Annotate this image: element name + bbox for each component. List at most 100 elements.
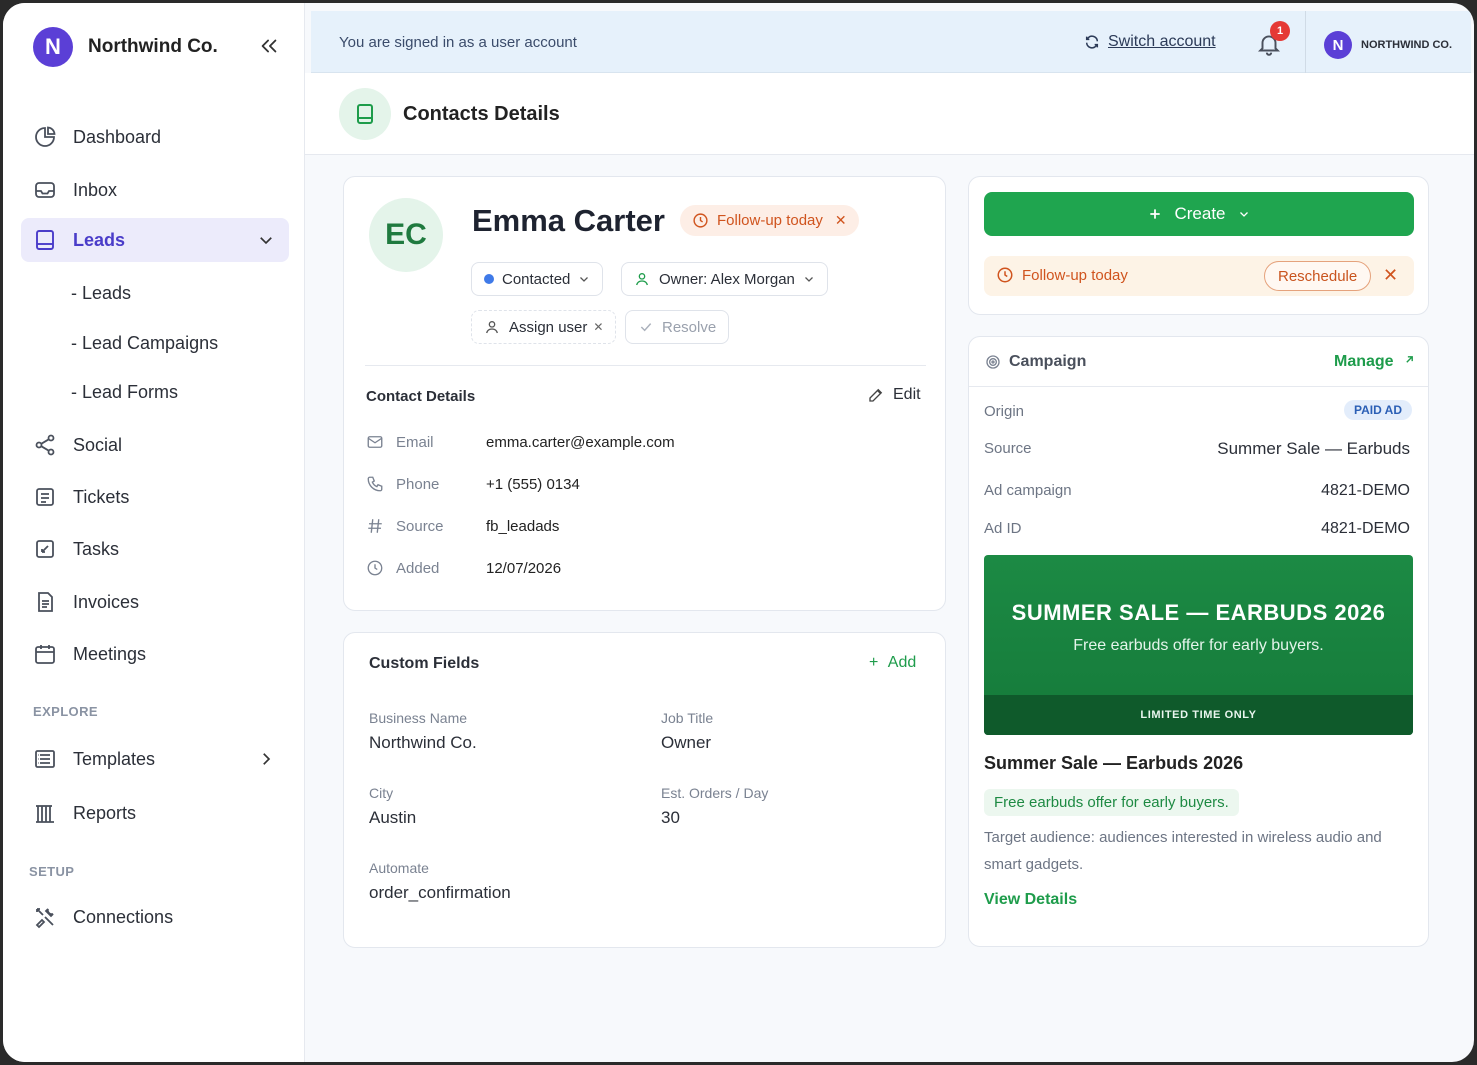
sidebar-item-label: Inbox bbox=[73, 179, 118, 200]
sidebar-item-label: Tickets bbox=[73, 486, 130, 507]
sidebar-item-label: Leads bbox=[73, 229, 126, 250]
assign-user-button[interactable]: Assign user ✕ bbox=[471, 310, 617, 344]
field-label: Phone bbox=[396, 475, 440, 493]
section-label-setup: SETUP bbox=[29, 864, 75, 879]
plus-icon bbox=[1150, 209, 1161, 219]
field-added: Added 12/07/2026 bbox=[366, 559, 561, 577]
banner-title: SUMMER SALE — EARBUDS 2026 bbox=[1011, 600, 1386, 625]
follow-up-pill[interactable]: Follow-up today ✕ bbox=[680, 205, 859, 236]
divider bbox=[1305, 11, 1306, 73]
field-source: Source fb_leadads bbox=[366, 517, 559, 535]
close-icon[interactable]: ✕ bbox=[1383, 265, 1398, 286]
section-label-explore: EXPLORE bbox=[33, 704, 98, 719]
sidebar-item-templates[interactable]: Templates bbox=[21, 737, 289, 781]
sidebar-item-label: Tasks bbox=[73, 538, 120, 559]
field-value: 12/07/2026 bbox=[486, 559, 562, 577]
field-value: fb_leadads bbox=[486, 517, 560, 535]
hash-icon bbox=[368, 519, 382, 533]
chevron-down-icon bbox=[804, 277, 813, 282]
switch-account-link[interactable]: Switch account bbox=[1084, 33, 1216, 51]
contact-name: Emma Carter bbox=[472, 203, 665, 238]
sidebar-item-dashboard[interactable]: Dashboard bbox=[21, 115, 289, 159]
phone-icon bbox=[367, 476, 383, 492]
field-value[interactable]: +1 (555) 0134 bbox=[486, 476, 580, 493]
close-icon[interactable]: ✕ bbox=[835, 212, 847, 229]
sidebar-subitem-leads[interactable]: - Leads bbox=[71, 283, 131, 304]
sidebar-item-meetings[interactable]: Meetings bbox=[21, 632, 289, 676]
custom-field-label: City bbox=[369, 785, 394, 801]
follow-up-label: Follow-up today bbox=[1022, 266, 1128, 284]
contact-details-heading: Contact Details bbox=[366, 388, 476, 405]
avatar: EC bbox=[369, 198, 443, 272]
task-icon bbox=[36, 540, 54, 558]
ad-id-value: 4821-DEMO bbox=[1321, 520, 1410, 537]
external-link-icon bbox=[1406, 356, 1413, 363]
field-label: Added bbox=[396, 559, 440, 577]
custom-field-label: Job Title bbox=[661, 710, 714, 726]
status-dropdown[interactable]: Contacted bbox=[471, 262, 604, 296]
pie-chart-icon bbox=[35, 126, 56, 147]
brand[interactable]: N Northwind Co. bbox=[33, 27, 218, 67]
owner-label: Owner: Alex Morgan bbox=[659, 270, 795, 288]
custom-field-value: Austin bbox=[369, 808, 417, 827]
banner-subtitle: Free earbuds offer for early buyers. bbox=[1073, 637, 1324, 654]
sidebar-item-tickets[interactable]: Tickets bbox=[21, 475, 289, 519]
add-field-button[interactable]: + Add bbox=[869, 654, 916, 672]
sidebar-item-inbox[interactable]: Inbox bbox=[21, 168, 289, 212]
clock-icon bbox=[367, 560, 383, 576]
switch-account-label: Switch account bbox=[1108, 33, 1216, 50]
user-icon bbox=[486, 321, 498, 334]
account-menu[interactable]: N NORTHWIND CO. bbox=[1324, 31, 1452, 59]
resolve-button[interactable]: Resolve bbox=[625, 310, 730, 344]
source-value: Summer Sale — Earbuds bbox=[1217, 439, 1410, 458]
share-icon bbox=[35, 434, 55, 456]
add-label: Add bbox=[887, 654, 917, 671]
sidebar-item-tasks[interactable]: Tasks bbox=[21, 527, 289, 571]
inbox-icon bbox=[35, 182, 55, 198]
custom-field-value: Northwind Co. bbox=[369, 733, 477, 752]
check-icon bbox=[640, 323, 652, 332]
collapse-sidebar-icon[interactable] bbox=[258, 35, 280, 57]
campaign-title: Campaign bbox=[1009, 353, 1087, 370]
custom-field-value: order_confirmation bbox=[369, 883, 511, 902]
ad-campaign-label: Ad campaign bbox=[984, 482, 1072, 499]
follow-up-bar: Follow-up today Reschedule ✕ bbox=[984, 256, 1414, 296]
page-title: Contacts Details bbox=[403, 103, 560, 125]
field-label: Email bbox=[396, 433, 434, 451]
sidebar-item-label: Connections bbox=[73, 906, 174, 927]
manage-link[interactable]: Manage bbox=[1334, 353, 1416, 371]
view-details-link[interactable]: View Details bbox=[984, 891, 1077, 909]
page-icon bbox=[339, 88, 391, 140]
sidebar-item-reports[interactable]: Reports bbox=[21, 791, 289, 835]
close-icon[interactable]: ✕ bbox=[593, 320, 603, 334]
tablet-icon bbox=[36, 230, 54, 250]
plus-icon: + bbox=[869, 654, 879, 671]
campaign-banner-image: SUMMER SALE — EARBUDS 2026 Free earbuds … bbox=[984, 555, 1413, 735]
follow-up-label: Follow-up today bbox=[717, 212, 823, 229]
field-value[interactable]: emma.carter@example.com bbox=[486, 434, 675, 451]
reschedule-button[interactable]: Reschedule bbox=[1264, 261, 1372, 291]
account-banner: You are signed in as a user account Swit… bbox=[311, 11, 1471, 73]
custom-field-label: Automate bbox=[369, 860, 429, 876]
campaign-card: Campaign Manage Origin PAID AD Source Su… bbox=[968, 336, 1429, 947]
sidebar-item-social[interactable]: Social bbox=[21, 423, 289, 467]
field-label: Source bbox=[396, 517, 444, 535]
sidebar-item-connections[interactable]: Connections bbox=[21, 895, 289, 939]
sidebar-item-label: Invoices bbox=[73, 591, 140, 612]
owner-dropdown[interactable]: Owner: Alex Morgan bbox=[621, 262, 828, 296]
sidebar-item-invoices[interactable]: Invoices bbox=[21, 580, 289, 624]
sidebar-item-leads[interactable]: Leads bbox=[21, 218, 289, 262]
actions-card: Create Follow-up today Reschedule ✕ bbox=[968, 176, 1429, 315]
reports-icon bbox=[36, 805, 54, 823]
assign-user-label: Assign user bbox=[509, 318, 588, 336]
sidebar-item-label: Dashboard bbox=[73, 126, 162, 147]
templates-icon bbox=[35, 750, 55, 768]
sidebar-subitem-lead-campaigns[interactable]: - Lead Campaigns bbox=[71, 333, 218, 354]
account-name: NORTHWIND CO. bbox=[1361, 39, 1453, 51]
create-button[interactable]: Create bbox=[984, 192, 1414, 236]
sidebar: N Northwind Co. Dashboard Inbox Leads - … bbox=[3, 3, 305, 1062]
sidebar-subitem-lead-forms[interactable]: - Lead Forms bbox=[71, 382, 178, 403]
ticket-icon bbox=[36, 488, 54, 506]
tablet-icon bbox=[357, 104, 373, 124]
edit-button[interactable]: Edit bbox=[867, 386, 921, 404]
